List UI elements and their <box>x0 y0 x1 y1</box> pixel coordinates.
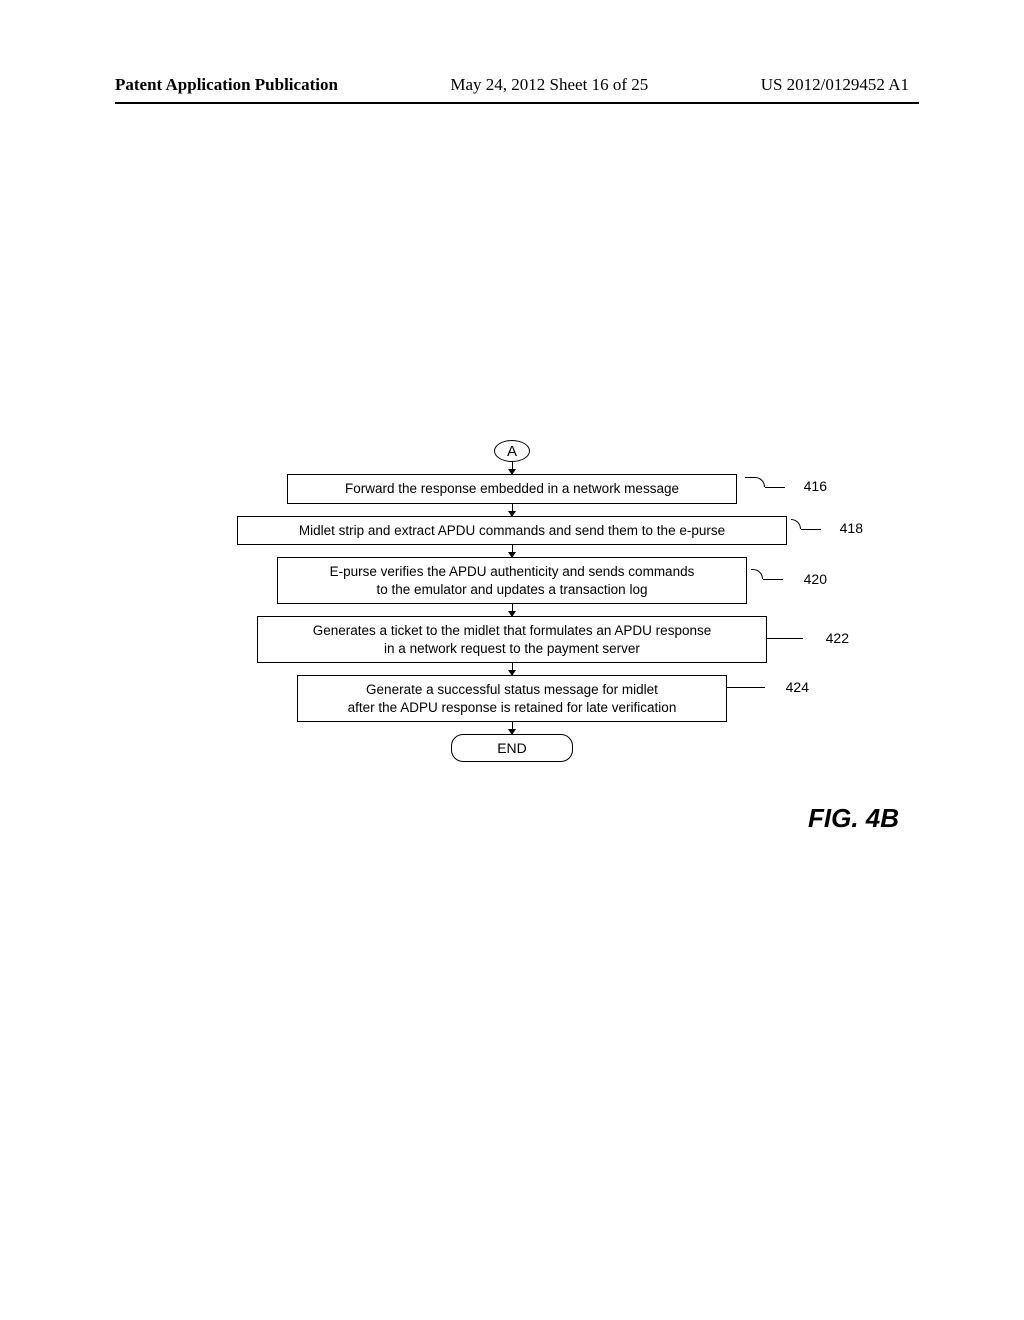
step-418-text: Midlet strip and extract APDU commands a… <box>299 523 725 538</box>
step-424-box: Generate a successful status message for… <box>297 675 727 722</box>
arrow <box>512 722 513 734</box>
step-424-text-line1: Generate a successful status message for… <box>366 682 658 697</box>
arrow <box>512 462 513 474</box>
step-420-row: E-purse verifies the APDU authenticity a… <box>277 557 747 604</box>
arrow <box>512 545 513 557</box>
step-424-text-line2: after the ADPU response is retained for … <box>348 700 677 715</box>
step-420-text-line1: E-purse verifies the APDU authenticity a… <box>330 564 695 579</box>
step-416-label: 416 <box>804 478 827 494</box>
connector-label: A <box>507 443 517 460</box>
step-418-row: Midlet strip and extract APDU commands a… <box>237 516 787 546</box>
step-420-box: E-purse verifies the APDU authenticity a… <box>277 557 747 604</box>
connector-a: A <box>494 440 530 462</box>
header-publication: Patent Application Publication <box>115 75 338 95</box>
flowchart-container: A Forward the response embedded in a net… <box>0 440 1024 762</box>
step-418-label: 418 <box>840 520 863 536</box>
step-422-box: Generates a ticket to the midlet that fo… <box>257 616 767 663</box>
header-publication-number: US 2012/0129452 A1 <box>761 75 909 95</box>
step-422-label: 422 <box>826 630 849 646</box>
step-418-box: Midlet strip and extract APDU commands a… <box>237 516 787 546</box>
step-424-label: 424 <box>786 679 809 695</box>
arrow <box>512 663 513 675</box>
end-label: END <box>497 740 527 756</box>
step-420-text-line2: to the emulator and updates a transactio… <box>377 582 648 597</box>
figure-label: FIG. 4B <box>808 803 899 834</box>
header-divider <box>115 102 919 104</box>
step-422-row: Generates a ticket to the midlet that fo… <box>257 616 767 663</box>
step-420-label: 420 <box>804 571 827 587</box>
arrow <box>512 504 513 516</box>
header-date-sheet: May 24, 2012 Sheet 16 of 25 <box>450 75 648 95</box>
step-416-box: Forward the response embedded in a netwo… <box>287 474 737 504</box>
end-terminal: END <box>451 734 573 762</box>
step-424-row: Generate a successful status message for… <box>297 675 727 722</box>
step-422-text-line1: Generates a ticket to the midlet that fo… <box>313 623 711 638</box>
arrow <box>512 604 513 616</box>
step-416-text: Forward the response embedded in a netwo… <box>345 481 679 496</box>
step-422-text-line2: in a network request to the payment serv… <box>384 641 640 656</box>
step-416-row: Forward the response embedded in a netwo… <box>287 474 737 504</box>
